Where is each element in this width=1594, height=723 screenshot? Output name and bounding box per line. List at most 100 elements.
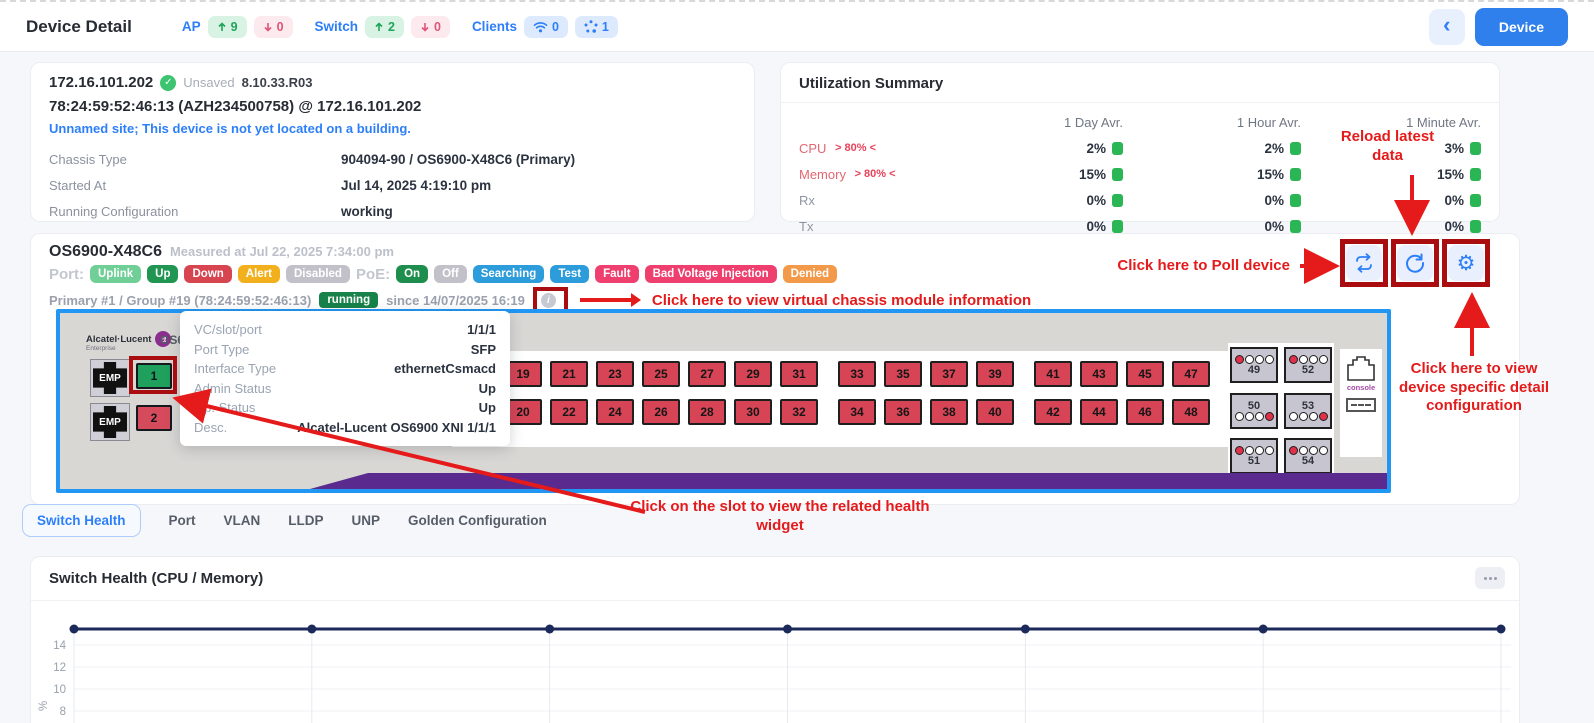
qsfp-panel: 49 52 50 53 51 54 bbox=[1228, 343, 1334, 481]
back-button[interactable]: ‹ bbox=[1429, 9, 1465, 45]
port-row-bottom: 34 36 38 40 bbox=[838, 399, 1014, 425]
utilization-value: 0% bbox=[955, 187, 1123, 213]
field-label: Running Configuration bbox=[49, 204, 341, 219]
wifi-icon bbox=[533, 21, 548, 33]
port-34[interactable]: 34 bbox=[838, 399, 876, 425]
annotation-slot: Click on the slot to view the related he… bbox=[615, 498, 945, 535]
port-2[interactable]: 2 bbox=[136, 405, 172, 431]
legend-alert-badge: Alert bbox=[238, 265, 280, 283]
qsfp-port-50[interactable]: 50 bbox=[1230, 393, 1278, 429]
port-22[interactable]: 22 bbox=[550, 399, 588, 425]
port-27[interactable]: 27 bbox=[688, 361, 726, 387]
tooltip-label: VC/slot/port bbox=[194, 320, 262, 340]
detail-tabs: Switch Health Port VLAN LLDP UNP Golden Confi… bbox=[22, 504, 547, 537]
port-36[interactable]: 36 bbox=[884, 399, 922, 425]
port-39[interactable]: 39 bbox=[976, 361, 1014, 387]
device-field-started-at: Started At Jul 14, 2025 4:19:10 pm bbox=[49, 172, 736, 198]
qsfp-leds bbox=[1289, 412, 1328, 421]
chassis-purple-bar bbox=[310, 473, 1387, 489]
qsfp-led bbox=[1265, 446, 1274, 455]
tab-switch-health[interactable]: Switch Health bbox=[22, 504, 141, 537]
port-35[interactable]: 35 bbox=[884, 361, 922, 387]
port-40[interactable]: 40 bbox=[976, 399, 1014, 425]
port-group: 1719212325272931 1820222426283032 bbox=[458, 361, 818, 425]
device-info-card: 172.16.101.202 ✓ Unsaved 8.10.33.R03 78:… bbox=[30, 62, 755, 222]
port-42[interactable]: 42 bbox=[1034, 399, 1072, 425]
port-38[interactable]: 38 bbox=[930, 399, 968, 425]
status-ok-square bbox=[1290, 168, 1301, 181]
utilization-value: 2% bbox=[955, 135, 1123, 161]
port-37[interactable]: 37 bbox=[930, 361, 968, 387]
utilization-value: 2% bbox=[1123, 135, 1301, 161]
port-46[interactable]: 46 bbox=[1126, 399, 1164, 425]
port-44[interactable]: 44 bbox=[1080, 399, 1118, 425]
primary-chassis-text: Primary #1 / Group #19 (78:24:59:52:46:1… bbox=[49, 293, 311, 308]
utilization-value: 0% bbox=[1123, 187, 1301, 213]
qsfp-port-54[interactable]: 54 bbox=[1284, 438, 1332, 474]
utilization-value: 15% bbox=[955, 161, 1123, 187]
firmware-version: 8.10.33.R03 bbox=[242, 75, 313, 90]
qsfp-led bbox=[1265, 355, 1274, 364]
status-ok-square bbox=[1112, 142, 1123, 155]
arrow-up-icon bbox=[374, 22, 384, 32]
qsfp-port-49[interactable]: 49 bbox=[1230, 347, 1278, 383]
tooltip-label: Interface Type bbox=[194, 359, 276, 379]
port-23[interactable]: 23 bbox=[596, 361, 634, 387]
utilization-title: Utilization Summary bbox=[781, 63, 1499, 103]
vc-module-info-icon[interactable]: i bbox=[541, 293, 556, 308]
annotation-box-refresh-button bbox=[1391, 239, 1439, 287]
running-status-badge: running bbox=[319, 292, 378, 308]
port-26[interactable]: 26 bbox=[642, 399, 680, 425]
status-ok-square bbox=[1290, 142, 1301, 155]
port-28[interactable]: 28 bbox=[688, 399, 726, 425]
tab-lldp[interactable]: LLDP bbox=[288, 505, 323, 536]
tooltip-value: SFP bbox=[471, 340, 496, 360]
port-41[interactable]: 41 bbox=[1034, 361, 1072, 387]
legend-uplink-badge: Uplink bbox=[90, 265, 141, 283]
tab-port[interactable]: Port bbox=[169, 505, 196, 536]
poll-device-button[interactable] bbox=[1346, 245, 1382, 281]
tooltip-row-desc: Desc. Alcatel-Lucent OS6900 XNI 1/1/1 bbox=[180, 418, 510, 438]
port-29[interactable]: 29 bbox=[734, 361, 772, 387]
port-24[interactable]: 24 bbox=[596, 399, 634, 425]
port-30[interactable]: 30 bbox=[734, 399, 772, 425]
port-tooltip: VC/slot/port 1/1/1 Port Type SFP Interfa… bbox=[180, 311, 510, 446]
qsfp-port-51[interactable]: 51 bbox=[1230, 438, 1278, 474]
field-label: Chassis Type bbox=[49, 152, 341, 167]
qsfp-port-number: 52 bbox=[1302, 364, 1314, 376]
legend-row: Port: UplinkUpDownAlertDisabled PoE: OnO… bbox=[49, 265, 837, 283]
status-ok-square bbox=[1290, 194, 1301, 207]
port-45[interactable]: 45 bbox=[1126, 361, 1164, 387]
device-config-button[interactable]: ⚙ bbox=[1448, 245, 1484, 281]
port-32[interactable]: 32 bbox=[780, 399, 818, 425]
port-47[interactable]: 47 bbox=[1172, 361, 1210, 387]
tooltip-row-port-type: Port Type SFP bbox=[180, 340, 510, 360]
device-button[interactable]: Device bbox=[1475, 8, 1568, 46]
port-21[interactable]: 21 bbox=[550, 361, 588, 387]
refresh-button[interactable] bbox=[1397, 245, 1433, 281]
check-glyph: ✓ bbox=[164, 77, 172, 88]
qsfp-port-53[interactable]: 53 bbox=[1284, 393, 1332, 429]
port-33[interactable]: 33 bbox=[838, 361, 876, 387]
chart-menu-button[interactable] bbox=[1475, 567, 1505, 589]
clients-counts: Clients 0 1 bbox=[472, 16, 618, 38]
device-detail-page: Device Detail AP 9 0 Switch 2 0 C bbox=[0, 0, 1594, 723]
annotation-box-poll-button bbox=[1340, 239, 1388, 287]
qsfp-port-52[interactable]: 52 bbox=[1284, 347, 1332, 383]
tab-golden-configuration[interactable]: Golden Configuration bbox=[408, 505, 547, 536]
tooltip-row-admin-status: Admin Status Up bbox=[180, 379, 510, 399]
port-row-top: 41 43 45 47 bbox=[1034, 361, 1210, 387]
tab-unp[interactable]: UNP bbox=[352, 505, 381, 536]
port-31[interactable]: 31 bbox=[780, 361, 818, 387]
console-jack-icon bbox=[1344, 355, 1378, 381]
annotation-reload: Reload latest data bbox=[1330, 128, 1445, 165]
legend-fault-badge: Fault bbox=[595, 265, 638, 283]
tab-vlan[interactable]: VLAN bbox=[224, 505, 261, 536]
port-48[interactable]: 48 bbox=[1172, 399, 1210, 425]
utilization-table: 1 Day Avr.1 Hour Avr.1 Minute Avr.CPU > … bbox=[781, 103, 1499, 239]
utilization-value: 15% bbox=[1123, 161, 1301, 187]
port-tooltip-rows: VC/slot/port 1/1/1 Port Type SFP Interfa… bbox=[180, 320, 510, 437]
site-link[interactable]: Unnamed site; This device is not yet loc… bbox=[49, 121, 736, 136]
port-25[interactable]: 25 bbox=[642, 361, 680, 387]
port-43[interactable]: 43 bbox=[1080, 361, 1118, 387]
